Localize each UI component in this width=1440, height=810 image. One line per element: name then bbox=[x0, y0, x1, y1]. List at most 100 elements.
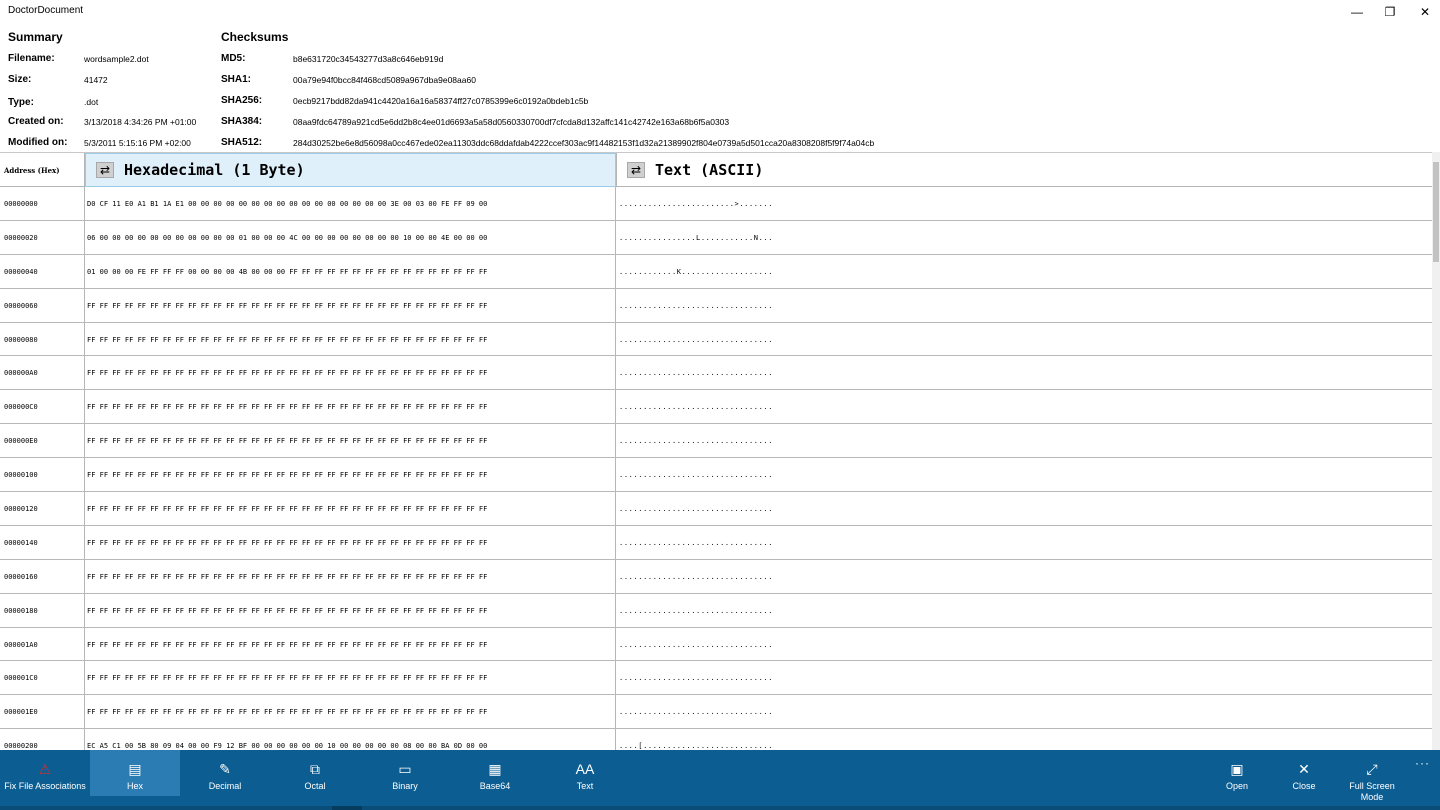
hex-column-header[interactable]: ⇄ Hexadecimal (1 Byte) bbox=[85, 153, 616, 187]
table-row: 000000C0 FF FF FF FF FF FF FF FF FF FF FF… bbox=[0, 390, 1432, 425]
md5-label: MD5: bbox=[221, 53, 246, 64]
filename-value: wordsample2.dot bbox=[84, 54, 149, 64]
row-address: 00000200 bbox=[0, 729, 85, 750]
row-address: 00000000 bbox=[0, 187, 85, 220]
more-options-icon[interactable]: ··· bbox=[1415, 756, 1430, 770]
sha1-value: 00a79e94f0bcc84f468cd5089a967dba9e08aa60 bbox=[293, 75, 476, 85]
summary-panel: Summary Checksums Filename: wordsample2.… bbox=[0, 24, 1440, 152]
row-hex-bytes[interactable]: FF FF FF FF FF FF FF FF FF FF FF FF FF F… bbox=[85, 356, 616, 390]
hex-table: Address (Hex) ⇄ Hexadecimal (1 Byte) ⇄ T… bbox=[0, 152, 1432, 750]
row-address: 00000180 bbox=[0, 593, 85, 627]
hex-button[interactable]: ▤ Hex bbox=[90, 750, 180, 796]
row-ascii-text[interactable]: ................................ bbox=[616, 661, 1432, 694]
row-ascii-text[interactable]: ................................ bbox=[616, 323, 1432, 356]
row-hex-bytes[interactable]: FF FF FF FF FF FF FF FF FF FF FF FF FF F… bbox=[85, 492, 616, 525]
title-bar: DoctorDocument — ❐ ✕ bbox=[0, 0, 1440, 24]
table-row: 000000A0 FF FF FF FF FF FF FF FF FF FF FF… bbox=[0, 356, 1432, 391]
hex-button-label: Hex bbox=[126, 781, 143, 791]
row-address: 00000020 bbox=[0, 220, 85, 254]
text-column-header[interactable]: ⇄ Text (ASCII) bbox=[616, 153, 1432, 187]
row-ascii-text[interactable]: ................................ bbox=[616, 458, 1432, 491]
row-hex-bytes[interactable]: D0 CF 11 E0 A1 B1 1A E1 00 00 00 00 00 0… bbox=[85, 187, 616, 220]
sha512-label: SHA512: bbox=[221, 137, 263, 148]
row-hex-bytes[interactable]: 06 00 00 00 00 00 00 00 00 00 00 00 01 0… bbox=[85, 220, 616, 254]
table-row: 000001C0 FF FF FF FF FF FF FF FF FF FF FF… bbox=[0, 661, 1432, 696]
base64-view-icon: ▦ bbox=[488, 761, 502, 777]
row-hex-bytes[interactable]: FF FF FF FF FF FF FF FF FF FF FF FF FF F… bbox=[85, 661, 616, 695]
row-ascii-text[interactable]: ........................>....... bbox=[616, 187, 1432, 220]
row-hex-bytes[interactable]: FF FF FF FF FF FF FF FF FF FF FF FF FF F… bbox=[85, 288, 616, 322]
row-ascii-text[interactable]: ................................ bbox=[616, 424, 1432, 457]
row-address: 000000E0 bbox=[0, 424, 85, 458]
row-ascii-text[interactable]: ................................ bbox=[616, 356, 1432, 389]
row-address: 00000040 bbox=[0, 254, 85, 288]
text-column-title: Text (ASCII) bbox=[655, 161, 764, 179]
close-icon: ✕ bbox=[1298, 761, 1310, 777]
row-ascii-text[interactable]: ................................ bbox=[616, 492, 1432, 525]
swap-icon[interactable]: ⇄ bbox=[627, 162, 645, 178]
table-row: 00000160 FF FF FF FF FF FF FF FF FF FF FF… bbox=[0, 559, 1432, 594]
app-bar: ··· ⚠ Fix File Associations ▤ Hex ✎ Decimal ⧉ O… bbox=[0, 750, 1440, 810]
table-row: 00000080 FF FF FF FF FF FF FF FF FF FF FF… bbox=[0, 322, 1432, 357]
row-ascii-text[interactable]: ................L...........N... bbox=[616, 221, 1432, 254]
fix-button[interactable]: ⚠ Fix File Associations bbox=[0, 750, 90, 796]
table-row: 00000120 FF FF FF FF FF FF FF FF FF FF FF… bbox=[0, 492, 1432, 526]
table-row: 000001A0 FF FF FF FF FF FF FF FF FF FF FF… bbox=[0, 627, 1432, 662]
checksums-heading: Checksums bbox=[221, 30, 289, 44]
text-button[interactable]: AA Text bbox=[540, 750, 630, 796]
warning-icon: ⚠ bbox=[38, 761, 52, 777]
row-ascii-text[interactable]: ................................ bbox=[616, 289, 1432, 322]
row-ascii-text[interactable]: ................................ bbox=[616, 594, 1432, 627]
swap-icon[interactable]: ⇄ bbox=[96, 162, 114, 178]
row-address: 000001A0 bbox=[0, 627, 85, 661]
bottom-strip-tab bbox=[332, 806, 362, 810]
row-address: 00000160 bbox=[0, 559, 85, 593]
row-ascii-text[interactable]: ................................ bbox=[616, 628, 1432, 661]
row-ascii-text[interactable]: ....[........................... bbox=[616, 729, 1432, 750]
row-hex-bytes[interactable]: EC A5 C1 00 5B 80 09 04 00 00 F9 12 BF 0… bbox=[85, 729, 616, 750]
row-ascii-text[interactable]: ................................ bbox=[616, 390, 1432, 423]
row-hex-bytes[interactable]: FF FF FF FF FF FF FF FF FF FF FF FF FF F… bbox=[85, 559, 616, 593]
row-hex-bytes[interactable]: FF FF FF FF FF FF FF FF FF FF FF FF FF F… bbox=[85, 390, 616, 424]
md5-value: b8e631720c34543277d3a8c646eb919d bbox=[293, 54, 444, 64]
binary-button-label: Binary bbox=[392, 781, 418, 791]
table-row: 00000020 06 00 00 00 00 00 00 00 00 00 00… bbox=[0, 220, 1432, 255]
row-ascii-text[interactable]: ................................ bbox=[616, 526, 1432, 559]
fix-button-label: Fix File Associations bbox=[4, 781, 86, 791]
row-hex-bytes[interactable]: 01 00 00 00 FE FF FF FF 00 00 00 00 4B 0… bbox=[85, 254, 616, 288]
table-row: 00000000 D0 CF 11 E0 A1 B1 1A E1 00 00 00… bbox=[0, 187, 1432, 221]
hex-column-title: Hexadecimal (1 Byte) bbox=[124, 161, 305, 179]
font-size-icon: AA bbox=[575, 761, 595, 777]
row-ascii-text[interactable]: ............K................... bbox=[616, 255, 1432, 288]
address-column-header: Address (Hex) bbox=[0, 153, 85, 187]
modified-value: 5/3/2011 5:15:16 PM +02:00 bbox=[84, 138, 191, 148]
base64-button[interactable]: ▦ Base64 bbox=[450, 750, 540, 796]
scrollbar-thumb[interactable] bbox=[1433, 162, 1439, 262]
row-ascii-text[interactable]: ................................ bbox=[616, 560, 1432, 593]
binary-button[interactable]: ▭ Binary bbox=[360, 750, 450, 796]
row-ascii-text[interactable]: ................................ bbox=[616, 695, 1432, 728]
table-rows: 00000000 D0 CF 11 E0 A1 B1 1A E1 00 00 00… bbox=[0, 187, 1432, 750]
size-value: 41472 bbox=[84, 75, 108, 85]
row-hex-bytes[interactable]: FF FF FF FF FF FF FF FF FF FF FF FF FF F… bbox=[85, 525, 616, 559]
row-hex-bytes[interactable]: FF FF FF FF FF FF FF FF FF FF FF FF FF F… bbox=[85, 424, 616, 458]
row-hex-bytes[interactable]: FF FF FF FF FF FF FF FF FF FF FF FF FF F… bbox=[85, 593, 616, 627]
row-hex-bytes[interactable]: FF FF FF FF FF FF FF FF FF FF FF FF FF F… bbox=[85, 627, 616, 661]
octal-button[interactable]: ⧉ Octal bbox=[270, 750, 360, 796]
modified-label: Modified on: bbox=[8, 137, 68, 148]
row-address: 00000120 bbox=[0, 492, 85, 525]
row-hex-bytes[interactable]: FF FF FF FF FF FF FF FF FF FF FF FF FF F… bbox=[85, 695, 616, 729]
vertical-scrollbar[interactable] bbox=[1432, 152, 1440, 750]
row-hex-bytes[interactable]: FF FF FF FF FF FF FF FF FF FF FF FF FF F… bbox=[85, 322, 616, 356]
type-label: Type: bbox=[8, 97, 34, 108]
sha1-label: SHA1: bbox=[221, 74, 252, 85]
row-address: 000000C0 bbox=[0, 390, 85, 424]
row-hex-bytes[interactable]: FF FF FF FF FF FF FF FF FF FF FF FF FF F… bbox=[85, 458, 616, 492]
decimal-button[interactable]: ✎ Decimal bbox=[180, 750, 270, 796]
fullscreen-button[interactable]: ⤢ Full Screen Mode bbox=[1327, 750, 1417, 802]
table-row: 000001E0 FF FF FF FF FF FF FF FF FF FF FF… bbox=[0, 695, 1432, 730]
filename-label: Filename: bbox=[8, 53, 55, 64]
window-close-button[interactable]: ✕ bbox=[1402, 0, 1440, 24]
summary-heading: Summary bbox=[8, 30, 63, 44]
close-button-label: Close bbox=[1292, 781, 1316, 791]
